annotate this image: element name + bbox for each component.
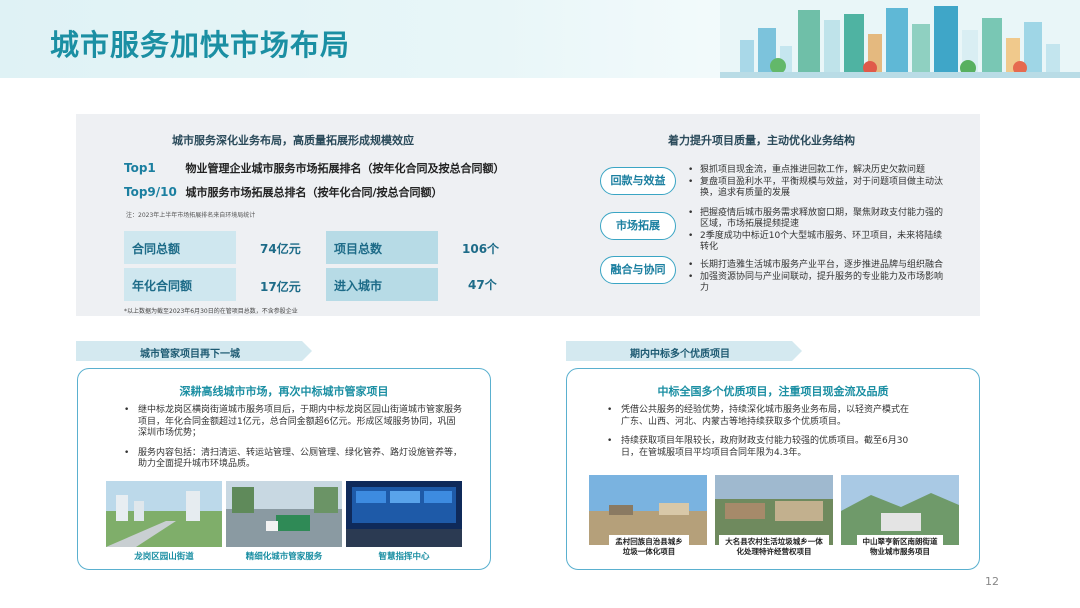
pill-integration-synergy: 融合与协同 <box>600 256 676 284</box>
stat-value: 47个 <box>468 278 497 292</box>
card-title: 中标全国多个优质项目，注重项目现金流及品质 <box>657 385 889 398</box>
list-item: 狠抓项目现金流，重点推进回款工作，解决历史欠款问题 <box>688 165 950 176</box>
list-item: 把握疫情后城市服务需求释放窗口期，聚焦财政支付能力强的区域，市场拓展提频提速 <box>688 208 950 230</box>
card-city-steward: 深耕高线城市市场，再次中标城市管家项目 继中标龙岗区横岗街道城市服务项目后，于期… <box>77 368 491 570</box>
list-item: 凭借公共服务的经验优势，持续深化城市服务业务布局，以轻资产模式在广东、山西、河北… <box>607 405 917 428</box>
bullet-list-integration: 长期打造雅生活城市服务产业平台，逐步推进品牌与组织融合 加强资源协同与产业间联动… <box>688 260 950 295</box>
stat-project-count: 项目总数 <box>326 231 438 264</box>
card-bullet-list: 继中标龙岗区横岗街道城市服务项目后，于期内中标龙岗区园山街道城市管家服务项目，年… <box>124 405 464 479</box>
list-item: 2季度成功中标近10个大型城市服务、环卫项目，未来将陆续转化 <box>688 231 950 253</box>
header-banner: 城市服务加快市场布局 <box>0 0 1080 78</box>
page-title: 城市服务加快市场布局 <box>50 28 351 62</box>
right-panel-heading: 着力提升项目质量，主动优化业务结构 <box>668 134 855 147</box>
stat-label: 项目总数 <box>334 242 383 256</box>
pill-market-expansion: 市场拓展 <box>600 212 676 240</box>
stat-cities-entered: 进入城市 <box>326 268 438 301</box>
photo-caption: 大名县农村生活垃圾城乡一体化处理特许经营权项目 <box>719 535 829 559</box>
list-item: 服务内容包括：清扫清运、转运站管理、公厕管理、绿化管养、路灯设施管养等，助力全面… <box>124 448 464 471</box>
photo-caption: 中山翠亨新区南朗街道物业城市服务项目 <box>857 535 943 559</box>
list-item: 加强资源协同与产业间联动，提升服务的专业能力及市场影响力 <box>688 272 950 294</box>
photo-yuanshan-street <box>106 481 222 547</box>
stat-label: 合同总额 <box>132 242 181 256</box>
stat-label: 进入城市 <box>334 279 383 293</box>
section-label-right: 期内中标多个优质项目 <box>630 349 730 360</box>
top-summary-panel: 城市服务深化业务布局，高质量拓展形成规模效应 Top1 物业管理企业城市服务市场… <box>76 114 980 316</box>
section-label-left: 城市管家项目再下一城 <box>140 349 240 360</box>
ranking-note: 注：2023年上半年市场拓展排名来自环境局统计 <box>126 212 256 219</box>
stat-label: 年化合同额 <box>132 279 193 293</box>
page-number: 12 <box>985 575 999 588</box>
card-title: 深耕高线城市市场，再次中标城市管家项目 <box>179 385 389 398</box>
rank-row-top9: Top9/10 城市服务市场拓展总排名（按年化合同/按总合同额） <box>124 184 443 200</box>
pill-collection-efficiency: 回款与效益 <box>600 167 676 195</box>
list-item: 持续获取项目年限较长，政府财政支付能力较强的优质项目。截至6月30日，在管城服项… <box>607 436 917 459</box>
rank-text: 物业管理企业城市服务市场拓展排名（按年化合同及按总合同额） <box>185 162 505 175</box>
bullet-list-collection: 狠抓项目现金流，重点推进回款工作，解决历史欠款问题 复盘项目盈利水平，平衡规模与… <box>688 165 950 200</box>
list-item: 继中标龙岗区横岗街道城市服务项目后，于期内中标龙岗区园山街道城市管家服务项目，年… <box>124 405 464 440</box>
card-bullet-list: 凭借公共服务的经验优势，持续深化城市服务业务布局，以轻资产模式在广东、山西、河北… <box>607 405 917 467</box>
data-footnote: *以上数据为截至2023年6月30日的在管项目总数，不含参股企业 <box>124 308 298 315</box>
photo-street-cleaning <box>226 481 342 547</box>
photo-caption: 智慧指挥中心 <box>378 552 430 562</box>
photo-command-center <box>346 481 462 547</box>
stat-value: 17亿元 <box>260 280 301 294</box>
list-item: 复盘项目盈利水平，平衡规模与效益，对于问题项目做主动汰换，追求有质量的发展 <box>688 177 950 199</box>
rank-tag: Top1 <box>124 161 156 175</box>
rank-row-top1: Top1 物业管理企业城市服务市场拓展排名（按年化合同及按总合同额） <box>124 160 505 176</box>
bullet-list-market: 把握疫情后城市服务需求释放窗口期，聚焦财政支付能力强的区域，市场拓展提频提速 2… <box>688 208 950 254</box>
rank-tag: Top9/10 <box>124 185 177 199</box>
rank-text: 城市服务市场拓展总排名（按年化合同/按总合同额） <box>185 186 443 199</box>
list-item: 长期打造雅生活城市服务产业平台，逐步推进品牌与组织融合 <box>688 260 950 271</box>
left-panel-heading: 城市服务深化业务布局，高质量拓展形成规模效应 <box>172 134 414 147</box>
stat-contract-total: 合同总额 <box>124 231 236 264</box>
photo-caption: 孟村回族自治县城乡垃圾一体化项目 <box>609 535 689 559</box>
stat-annual-contract: 年化合同额 <box>124 268 236 301</box>
photo-caption: 龙岗区园山街道 <box>134 552 194 562</box>
stat-value: 106个 <box>462 242 500 256</box>
city-skyline-illustration <box>720 0 1080 78</box>
photo-caption: 精细化城市管家服务 <box>245 552 323 562</box>
card-quality-projects: 中标全国多个优质项目，注重项目现金流及品质 凭借公共服务的经验优势，持续深化城市… <box>566 368 980 570</box>
stat-value: 74亿元 <box>260 242 301 256</box>
